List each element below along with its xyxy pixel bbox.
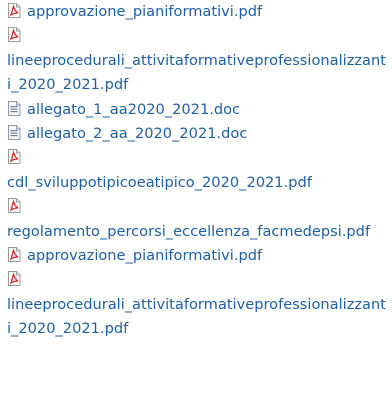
- pdf-icon: [7, 27, 21, 43]
- pdf-icon: [7, 271, 21, 287]
- list-item: regolamento_percorsi_eccellenza_facmedep…: [7, 195, 388, 244]
- list-item: approvazione_pianiformativi.pdf: [7, 244, 388, 268]
- list-item: allegato_1_aa2020_2021.doc: [7, 98, 388, 122]
- attachment-list: approvazione_pianiformativi.pdf lineepro…: [0, 0, 392, 342]
- file-link[interactable]: allegato_1_aa2020_2021.doc: [27, 101, 240, 118]
- file-link[interactable]: lineeprocedurali_attivitaformativeprofes…: [7, 296, 386, 337]
- file-link[interactable]: allegato_2_aa_2020_2021.doc: [27, 125, 247, 142]
- doc-icon: [7, 100, 21, 116]
- pdf-icon: [7, 198, 21, 214]
- file-link[interactable]: lineeprocedurali_attivitaformativeprofes…: [7, 52, 386, 93]
- list-item: lineeprocedurali_attivitaformativeprofes…: [7, 24, 388, 97]
- pdf-icon: [7, 247, 21, 263]
- doc-icon: [7, 125, 21, 141]
- list-item: allegato_2_aa_2020_2021.doc: [7, 122, 388, 146]
- list-item: lineeprocedurali_attivitaformativeprofes…: [7, 268, 388, 341]
- list-item: cdl_sviluppotipicoeatipico_2020_2021.pdf: [7, 146, 388, 195]
- file-link[interactable]: approvazione_pianiformativi.pdf: [27, 3, 262, 20]
- pdf-icon: [7, 149, 21, 165]
- list-item: approvazione_pianiformativi.pdf: [7, 0, 388, 24]
- pdf-icon: [7, 3, 21, 18]
- file-link[interactable]: regolamento_percorsi_eccellenza_facmedep…: [7, 223, 370, 240]
- file-link[interactable]: cdl_sviluppotipicoeatipico_2020_2021.pdf: [7, 174, 312, 191]
- file-link[interactable]: approvazione_pianiformativi.pdf: [27, 247, 262, 264]
